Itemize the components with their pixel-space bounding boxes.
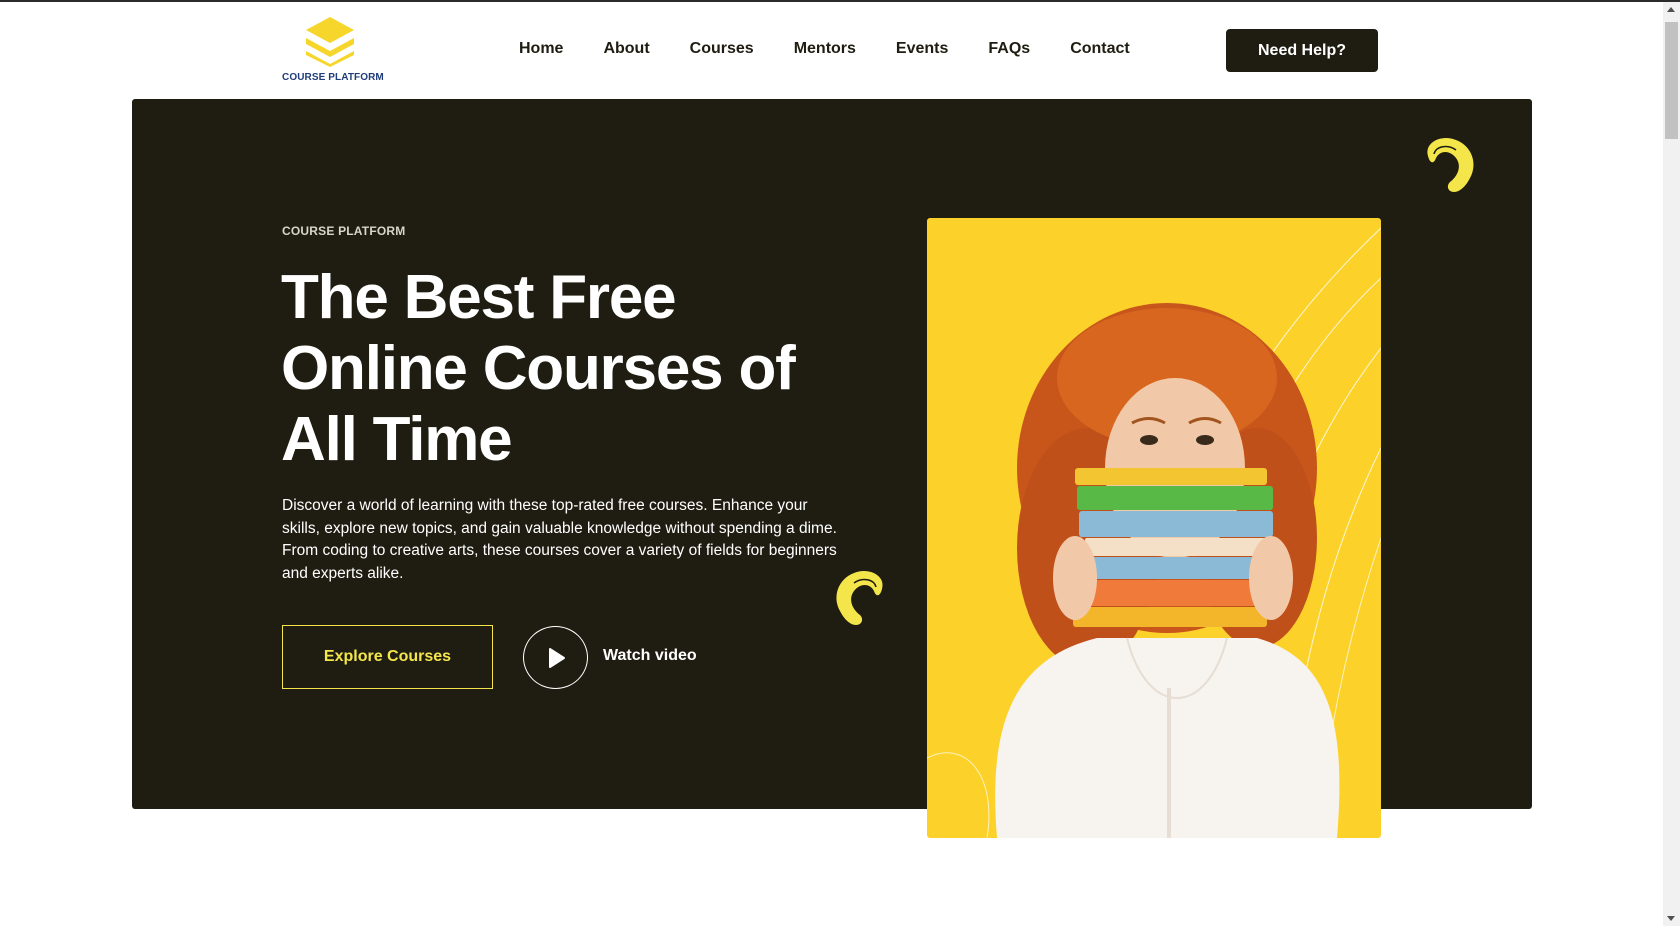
scrollbar-thumb[interactable]	[1665, 22, 1678, 139]
explore-courses-button[interactable]: Explore Courses	[282, 625, 493, 689]
hero-photo-woman-holding-books	[927, 218, 1381, 838]
nav-item-mentors[interactable]: Mentors	[794, 40, 856, 58]
nav-item-events[interactable]: Events	[896, 40, 948, 58]
scroll-up-arrow-icon[interactable]	[1667, 7, 1675, 12]
nav-item-contact[interactable]: Contact	[1070, 40, 1130, 58]
nav-item-faqs[interactable]: FAQs	[988, 40, 1030, 58]
nav-item-courses[interactable]: Courses	[690, 40, 754, 58]
hero-description: Discover a world of learning with these …	[282, 497, 837, 582]
play-icon	[548, 647, 565, 668]
decorative-squiggle-icon	[1427, 137, 1474, 192]
window-top-border	[0, 0, 1680, 2]
brand-logo[interactable]: COURSE PLATFORM	[282, 17, 384, 85]
scroll-down-arrow-icon[interactable]	[1667, 916, 1675, 921]
decorative-squiggle-icon	[836, 570, 883, 625]
page-scrollbar[interactable]	[1663, 2, 1680, 926]
play-video-button[interactable]	[523, 626, 588, 689]
hero-headline: The Best Free Online Courses of All Time	[281, 263, 796, 474]
nav-item-home[interactable]: Home	[519, 40, 563, 58]
main-navigation: Home About Courses Mentors Events FAQs C…	[519, 40, 1170, 58]
need-help-button[interactable]: Need Help?	[1226, 29, 1378, 72]
hero-eyebrow: COURSE PLATFORM	[282, 224, 406, 238]
watch-video-link[interactable]: Watch video	[603, 647, 697, 665]
stacked-layers-logo-icon	[306, 17, 354, 67]
nav-item-about[interactable]: About	[603, 40, 649, 58]
brand-name: COURSE PLATFORM	[282, 72, 384, 83]
